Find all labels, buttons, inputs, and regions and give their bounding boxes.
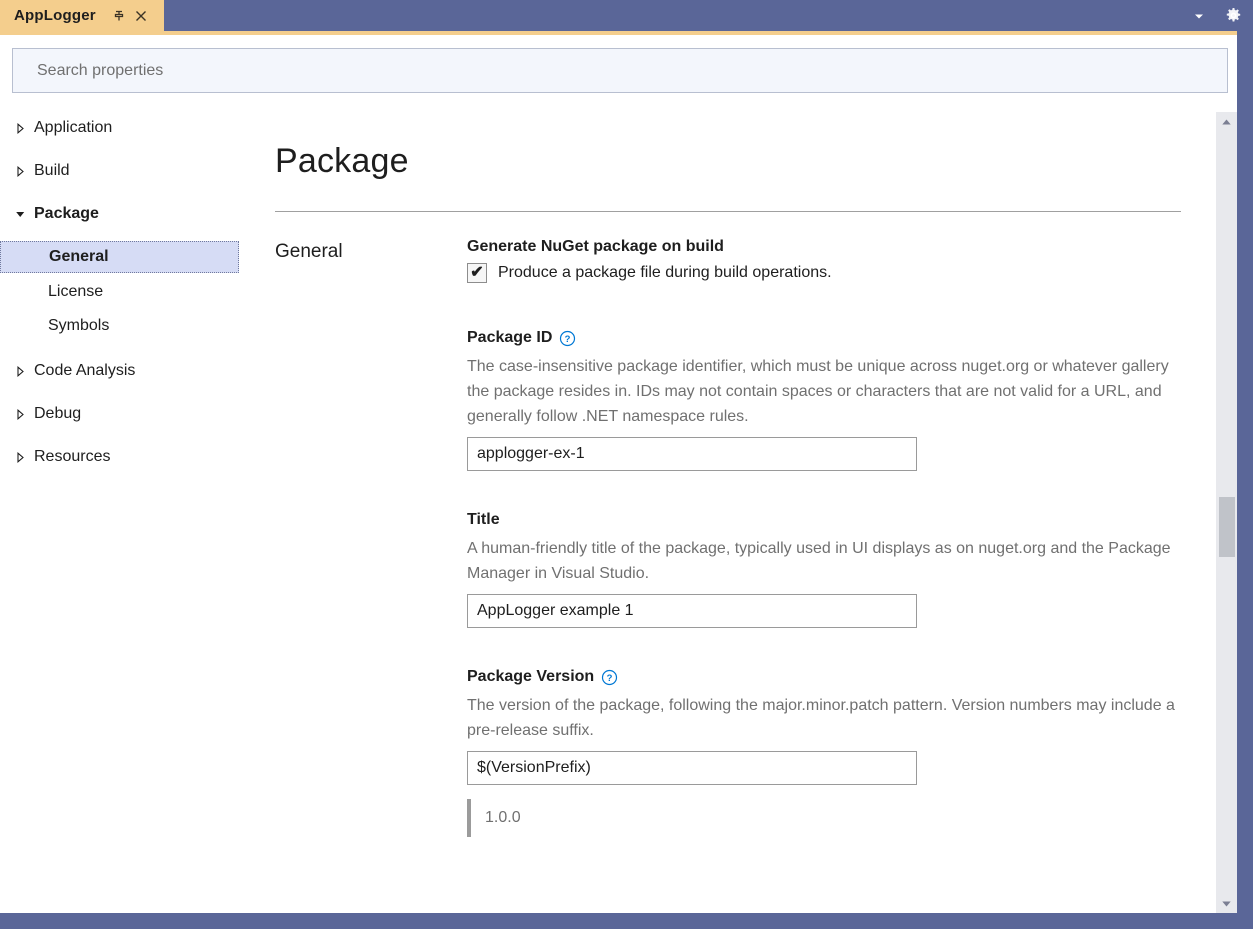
field-generate-package: Generate NuGet package on build ✔ Produc… xyxy=(467,238,1187,283)
evaluated-value: 1.0.0 xyxy=(485,809,521,827)
generate-package-checkbox-row[interactable]: ✔ Produce a package file during build op… xyxy=(467,263,1187,283)
gear-icon[interactable] xyxy=(1223,6,1243,26)
sidebar-item-resources[interactable]: Resources xyxy=(0,441,248,473)
chevron-right-icon[interactable] xyxy=(12,406,28,422)
pin-icon[interactable] xyxy=(110,7,128,25)
checkbox-label: Produce a package file during build oper… xyxy=(498,264,832,282)
sidebar-item-label: Debug xyxy=(34,406,81,422)
sidebar-item-debug[interactable]: Debug xyxy=(0,398,248,430)
help-circle-icon[interactable]: ? xyxy=(559,330,576,347)
properties-nav-tree: Application Build Package General Licens… xyxy=(0,112,248,912)
sidebar-item-label: Symbols xyxy=(48,318,109,334)
search-properties-box[interactable] xyxy=(12,48,1228,93)
search-input[interactable] xyxy=(35,61,1183,81)
field-description: The case-insensitive package identifier,… xyxy=(467,354,1177,429)
sidebar-item-label: License xyxy=(48,284,103,300)
spacer xyxy=(467,628,1187,668)
title-input[interactable] xyxy=(467,594,917,628)
field-title-text: Generate NuGet package on build xyxy=(467,238,724,256)
sidebar-item-label: General xyxy=(49,249,109,265)
sidebar-item-label: Application xyxy=(34,120,112,136)
field-title-text: Package ID xyxy=(467,329,552,347)
note-accent-bar xyxy=(467,799,471,837)
scroll-down-arrow-icon[interactable] xyxy=(1216,893,1237,913)
properties-content-pane: Package General Generate NuGet package o… xyxy=(248,112,1213,913)
scroll-thumb[interactable] xyxy=(1219,497,1235,557)
page-title: Package xyxy=(275,142,409,181)
package-version-evaluated-note: 1.0.0 xyxy=(467,799,1187,837)
sidebar-item-label: Build xyxy=(34,163,70,179)
field-title: Package ID ? xyxy=(467,329,1187,347)
sidebar-item-package[interactable]: Package xyxy=(0,198,248,230)
window-bottom-bar xyxy=(0,913,1253,929)
document-tab-applogger[interactable]: AppLogger xyxy=(0,0,164,31)
sidebar-item-label: Package xyxy=(34,206,99,222)
field-package-version: Package Version ? The version of the pac… xyxy=(467,668,1187,837)
package-version-input[interactable] xyxy=(467,751,917,785)
title-bar: AppLogger xyxy=(0,0,1253,31)
spacer xyxy=(467,471,1187,511)
title-divider xyxy=(275,211,1181,212)
chevron-right-icon[interactable] xyxy=(12,120,28,136)
check-icon: ✔ xyxy=(470,265,483,281)
sidebar-item-label: Code Analysis xyxy=(34,363,135,379)
sidebar-item-build[interactable]: Build xyxy=(0,155,248,187)
field-title: Package Version ? xyxy=(467,668,1187,686)
fields-column: Generate NuGet package on build ✔ Produc… xyxy=(467,238,1187,837)
chevron-right-icon[interactable] xyxy=(12,163,28,179)
field-description: The version of the package, following th… xyxy=(467,693,1177,743)
tab-label: AppLogger xyxy=(14,7,96,24)
sidebar-item-label: Resources xyxy=(34,449,110,465)
svg-text:?: ? xyxy=(565,334,571,345)
sidebar-item-general[interactable]: General xyxy=(0,241,239,273)
search-row xyxy=(0,35,1253,110)
sidebar-item-code-analysis[interactable]: Code Analysis xyxy=(0,355,248,387)
chevron-down-icon[interactable] xyxy=(12,206,28,222)
window-right-edge xyxy=(1237,31,1253,929)
field-title-text: Package Version xyxy=(467,668,594,686)
field-title: Title xyxy=(467,511,1187,529)
spacer xyxy=(467,283,1187,329)
field-description: A human-friendly title of the package, t… xyxy=(467,536,1177,586)
field-package-id: Package ID ? The case-insensitive packag… xyxy=(467,329,1187,471)
field-title-package: Title A human-friendly title of the pack… xyxy=(467,511,1187,628)
chevron-down-icon[interactable] xyxy=(1189,6,1209,26)
section-label-general: General xyxy=(275,241,343,263)
sidebar-item-application[interactable]: Application xyxy=(0,112,248,144)
field-title-text: Title xyxy=(467,511,500,529)
field-title: Generate NuGet package on build xyxy=(467,238,1187,256)
close-icon[interactable] xyxy=(132,7,150,25)
titlebar-spacer xyxy=(164,0,1189,31)
sidebar-item-symbols[interactable]: Symbols xyxy=(0,310,248,342)
chevron-right-icon[interactable] xyxy=(12,449,28,465)
sidebar-item-license[interactable]: License xyxy=(0,276,248,308)
scroll-up-arrow-icon[interactable] xyxy=(1216,112,1237,132)
titlebar-actions xyxy=(1189,0,1253,31)
content-scrollbar[interactable] xyxy=(1216,112,1237,913)
chevron-right-icon[interactable] xyxy=(12,363,28,379)
svg-text:?: ? xyxy=(607,673,613,684)
generate-package-checkbox[interactable]: ✔ xyxy=(467,263,487,283)
package-id-input[interactable] xyxy=(467,437,917,471)
help-circle-icon[interactable]: ? xyxy=(601,669,618,686)
